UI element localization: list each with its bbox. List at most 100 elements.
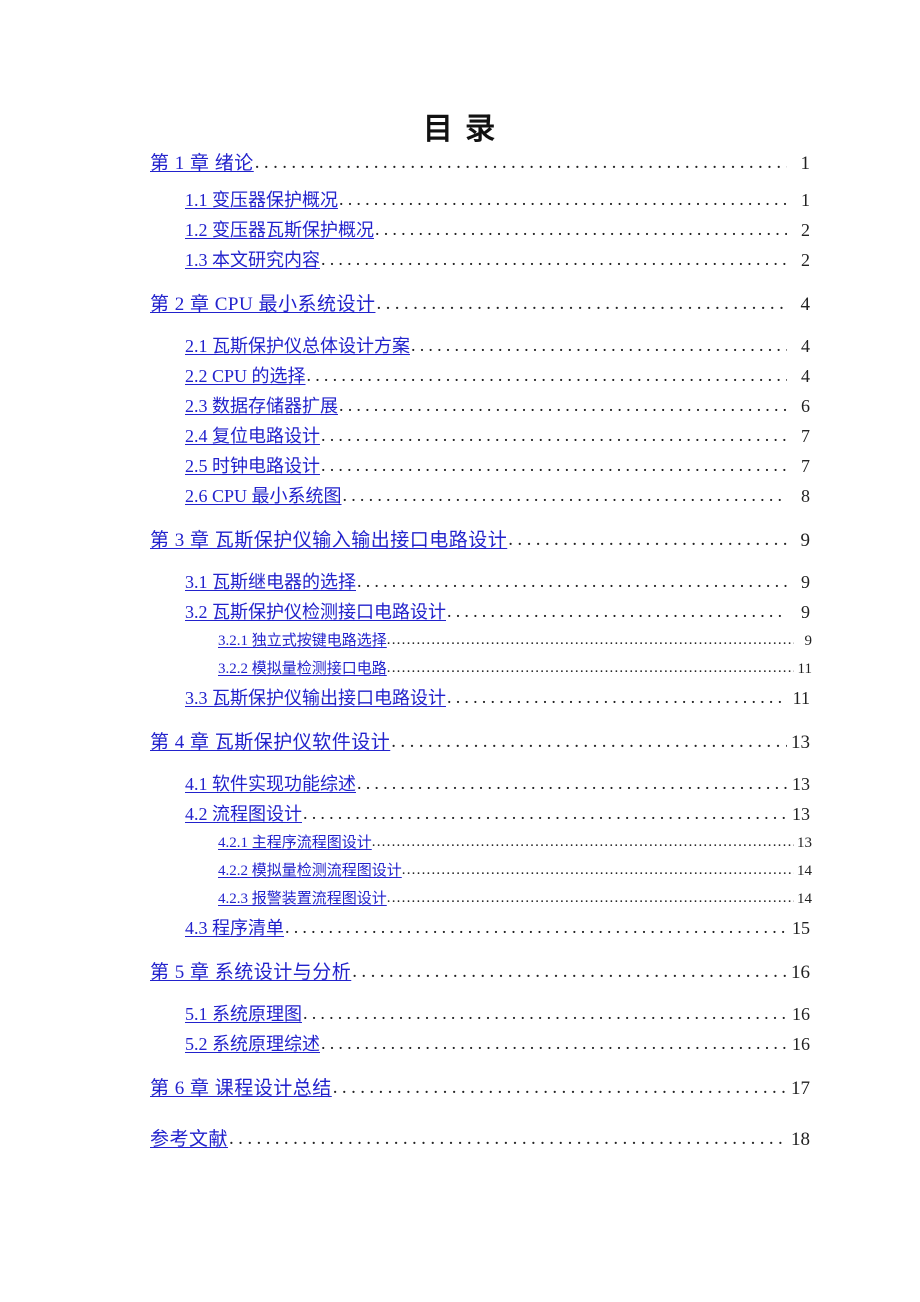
toc-entry-label[interactable]: 2.6 CPU 最小系统图 bbox=[185, 482, 342, 510]
toc-entry-page-number: 1 bbox=[800, 153, 811, 174]
toc-dot-leader: ........................................… bbox=[321, 455, 787, 475]
toc-entry-label[interactable]: 4.2.1 主程序流程图设计 bbox=[218, 830, 372, 857]
toc-entry-page-number: 2 bbox=[801, 220, 810, 240]
toc-entry-page-number: 18 bbox=[791, 1129, 810, 1150]
toc-entry-level-3[interactable]: 4.2.1 主程序流程图设计..........................… bbox=[0, 830, 920, 858]
toc-entry-label[interactable]: 2.3 数据存储器扩展 bbox=[185, 392, 338, 420]
toc-entry-label[interactable]: 4.2.2 模拟量检测流程图设计 bbox=[218, 858, 402, 885]
toc-entry-page-number: 2 bbox=[801, 250, 810, 270]
toc-entry-page-number: 15 bbox=[792, 918, 810, 938]
toc-entry-label[interactable]: 第 2 章 CPU 最小系统设计 bbox=[150, 287, 375, 323]
toc-dot-leader: ........................................… bbox=[391, 731, 787, 752]
toc-entry-level-2[interactable]: 5.1 系统原理图...............................… bbox=[0, 1000, 920, 1030]
toc-dot-leader: ........................................… bbox=[352, 961, 787, 982]
toc-entry-label[interactable]: 1.3 本文研究内容 bbox=[185, 246, 320, 274]
toc-entry-level-1[interactable]: 参考文献....................................… bbox=[0, 1122, 920, 1162]
toc-dot-leader: ........................................… bbox=[357, 773, 787, 793]
document-page: 目 录 第 1 章 绪论............................… bbox=[0, 0, 920, 1302]
toc-dot-leader: ........................................… bbox=[357, 571, 787, 591]
toc-dot-leader: ........................................… bbox=[411, 335, 787, 355]
toc-entry-level-2[interactable]: 1.1 变压器保护概况.............................… bbox=[0, 186, 920, 216]
toc-entry-label[interactable]: 2.4 复位电路设计 bbox=[185, 422, 320, 450]
toc-dot-leader: ........................................… bbox=[508, 529, 787, 550]
page-title: 目 录 bbox=[422, 113, 498, 146]
toc-entry-level-1[interactable]: 第 2 章 CPU 最小系统设计........................… bbox=[0, 287, 920, 327]
toc-entry-level-1[interactable]: 第 3 章 瓦斯保护仪输入输出接口电路设计...................… bbox=[0, 523, 920, 563]
toc-entry-level-2[interactable]: 2.3 数据存储器扩展.............................… bbox=[0, 392, 920, 422]
toc-entry-page-number: 11 bbox=[797, 661, 812, 677]
toc-entry-label[interactable]: 5.2 系统原理综述 bbox=[185, 1030, 320, 1058]
toc-dot-leader: ........................................… bbox=[306, 365, 787, 385]
toc-dot-leader: ........................................… bbox=[339, 189, 787, 209]
toc-dot-leader: ........................................… bbox=[339, 395, 787, 415]
toc-entry-level-1[interactable]: 第 5 章 系统设计与分析...........................… bbox=[0, 955, 920, 995]
toc-entry-level-2[interactable]: 3.2 瓦斯保护仪检测接口电路设计.......................… bbox=[0, 598, 920, 628]
toc-entry-level-2[interactable]: 1.2 变压器瓦斯保护概况...........................… bbox=[0, 216, 920, 246]
toc-entry-page-number: 14 bbox=[797, 891, 812, 907]
toc-dot-leader: ........................................… bbox=[386, 660, 794, 676]
toc-entry-level-3[interactable]: 3.2.2 模拟量检测接口电路.........................… bbox=[0, 656, 920, 684]
toc-dot-leader: ........................................… bbox=[401, 862, 794, 878]
toc-entry-page-number: 13 bbox=[792, 804, 810, 824]
toc-entry-label[interactable]: 4.3 程序清单 bbox=[185, 914, 284, 942]
toc-entry-page-number: 9 bbox=[801, 602, 810, 622]
toc-entry-label[interactable]: 4.2.3 报警装置流程图设计 bbox=[218, 886, 387, 913]
toc-entry-level-2[interactable]: 2.1 瓦斯保护仪总体设计方案.........................… bbox=[0, 332, 920, 362]
toc-entry-level-2[interactable]: 2.4 复位电路设计..............................… bbox=[0, 422, 920, 452]
toc-entry-level-2[interactable]: 1.3 本文研究内容..............................… bbox=[0, 246, 920, 276]
toc-entry-level-3[interactable]: 4.2.3 报警装置流程图设计.........................… bbox=[0, 886, 920, 914]
toc-dot-leader: ........................................… bbox=[386, 890, 794, 906]
toc-entry-level-2[interactable]: 2.6 CPU 最小系统图...........................… bbox=[0, 482, 920, 512]
toc-entry-page-number: 11 bbox=[792, 688, 810, 708]
toc-entry-page-number: 4 bbox=[801, 336, 810, 356]
toc-entry-level-1[interactable]: 第 6 章 课程设计总结............................… bbox=[0, 1071, 920, 1111]
toc-entry-label[interactable]: 3.2.1 独立式按键电路选择 bbox=[218, 628, 387, 655]
toc-entry-level-3[interactable]: 4.2.2 模拟量检测流程图设计........................… bbox=[0, 858, 920, 886]
toc-dot-leader: ........................................… bbox=[303, 803, 787, 823]
toc-entry-level-1[interactable]: 第 1 章 绪论................................… bbox=[0, 146, 920, 186]
toc-dot-leader: ........................................… bbox=[285, 917, 787, 937]
toc-entry-label[interactable]: 4.1 软件实现功能综述 bbox=[185, 770, 356, 798]
toc-entry-page-number: 8 bbox=[801, 486, 810, 506]
toc-entry-label[interactable]: 4.2 流程图设计 bbox=[185, 800, 302, 828]
toc-dot-leader: ........................................… bbox=[447, 687, 787, 707]
toc-entry-label[interactable]: 第 3 章 瓦斯保护仪输入输出接口电路设计 bbox=[150, 523, 507, 559]
toc-entry-page-number: 6 bbox=[801, 396, 810, 416]
toc-entry-level-2[interactable]: 4.1 软件实现功能综述............................… bbox=[0, 770, 920, 800]
toc-entry-label[interactable]: 2.1 瓦斯保护仪总体设计方案 bbox=[185, 332, 410, 360]
toc-entry-label[interactable]: 2.5 时钟电路设计 bbox=[185, 452, 320, 480]
table-of-contents: 第 1 章 绪论................................… bbox=[0, 146, 920, 1167]
toc-dot-leader: ........................................… bbox=[303, 1003, 787, 1023]
toc-entry-label[interactable]: 2.2 CPU 的选择 bbox=[185, 362, 306, 390]
toc-entry-page-number: 7 bbox=[801, 456, 810, 476]
toc-dot-leader: ........................................… bbox=[321, 425, 787, 445]
toc-entry-page-number: 7 bbox=[801, 426, 810, 446]
toc-entry-level-3[interactable]: 3.2.1 独立式按键电路选择.........................… bbox=[0, 628, 920, 656]
toc-entry-level-2[interactable]: 3.1 瓦斯继电器的选择............................… bbox=[0, 568, 920, 598]
toc-entry-level-2[interactable]: 2.5 时钟电路设计..............................… bbox=[0, 452, 920, 482]
toc-dot-leader: ........................................… bbox=[321, 1033, 787, 1053]
toc-entry-label[interactable]: 第 1 章 绪论 bbox=[150, 146, 254, 182]
toc-entry-label[interactable]: 第 6 章 课程设计总结 bbox=[150, 1071, 332, 1107]
toc-entry-level-2[interactable]: 2.2 CPU 的选择.............................… bbox=[0, 362, 920, 392]
toc-entry-label[interactable]: 第 4 章 瓦斯保护仪软件设计 bbox=[150, 725, 390, 761]
toc-dot-leader: ........................................… bbox=[342, 485, 787, 505]
toc-entry-label[interactable]: 5.1 系统原理图 bbox=[185, 1000, 302, 1028]
toc-entry-page-number: 16 bbox=[792, 1034, 810, 1054]
toc-entry-label[interactable]: 3.2.2 模拟量检测接口电路 bbox=[218, 656, 387, 683]
toc-entry-level-2[interactable]: 5.2 系统原理综述..............................… bbox=[0, 1030, 920, 1060]
toc-entry-label[interactable]: 第 5 章 系统设计与分析 bbox=[150, 955, 351, 991]
toc-entry-level-1[interactable]: 第 4 章 瓦斯保护仪软件设计.........................… bbox=[0, 725, 920, 765]
toc-entry-label[interactable]: 3.3 瓦斯保护仪输出接口电路设计 bbox=[185, 684, 446, 712]
toc-entry-level-2[interactable]: 3.3 瓦斯保护仪输出接口电路设计.......................… bbox=[0, 684, 920, 714]
toc-entry-label[interactable]: 1.2 变压器瓦斯保护概况 bbox=[185, 216, 374, 244]
toc-entry-page-number: 9 bbox=[800, 530, 811, 551]
toc-entry-label[interactable]: 3.2 瓦斯保护仪检测接口电路设计 bbox=[185, 598, 446, 626]
toc-entry-level-2[interactable]: 4.3 程序清单................................… bbox=[0, 914, 920, 944]
toc-entry-label[interactable]: 参考文献 bbox=[150, 1122, 228, 1158]
toc-entry-label[interactable]: 3.1 瓦斯继电器的选择 bbox=[185, 568, 356, 596]
toc-entry-label[interactable]: 1.1 变压器保护概况 bbox=[185, 186, 338, 214]
toc-dot-leader: ........................................… bbox=[229, 1128, 787, 1149]
toc-entry-level-2[interactable]: 4.2 流程图设计...............................… bbox=[0, 800, 920, 830]
toc-entry-page-number: 9 bbox=[804, 633, 813, 649]
